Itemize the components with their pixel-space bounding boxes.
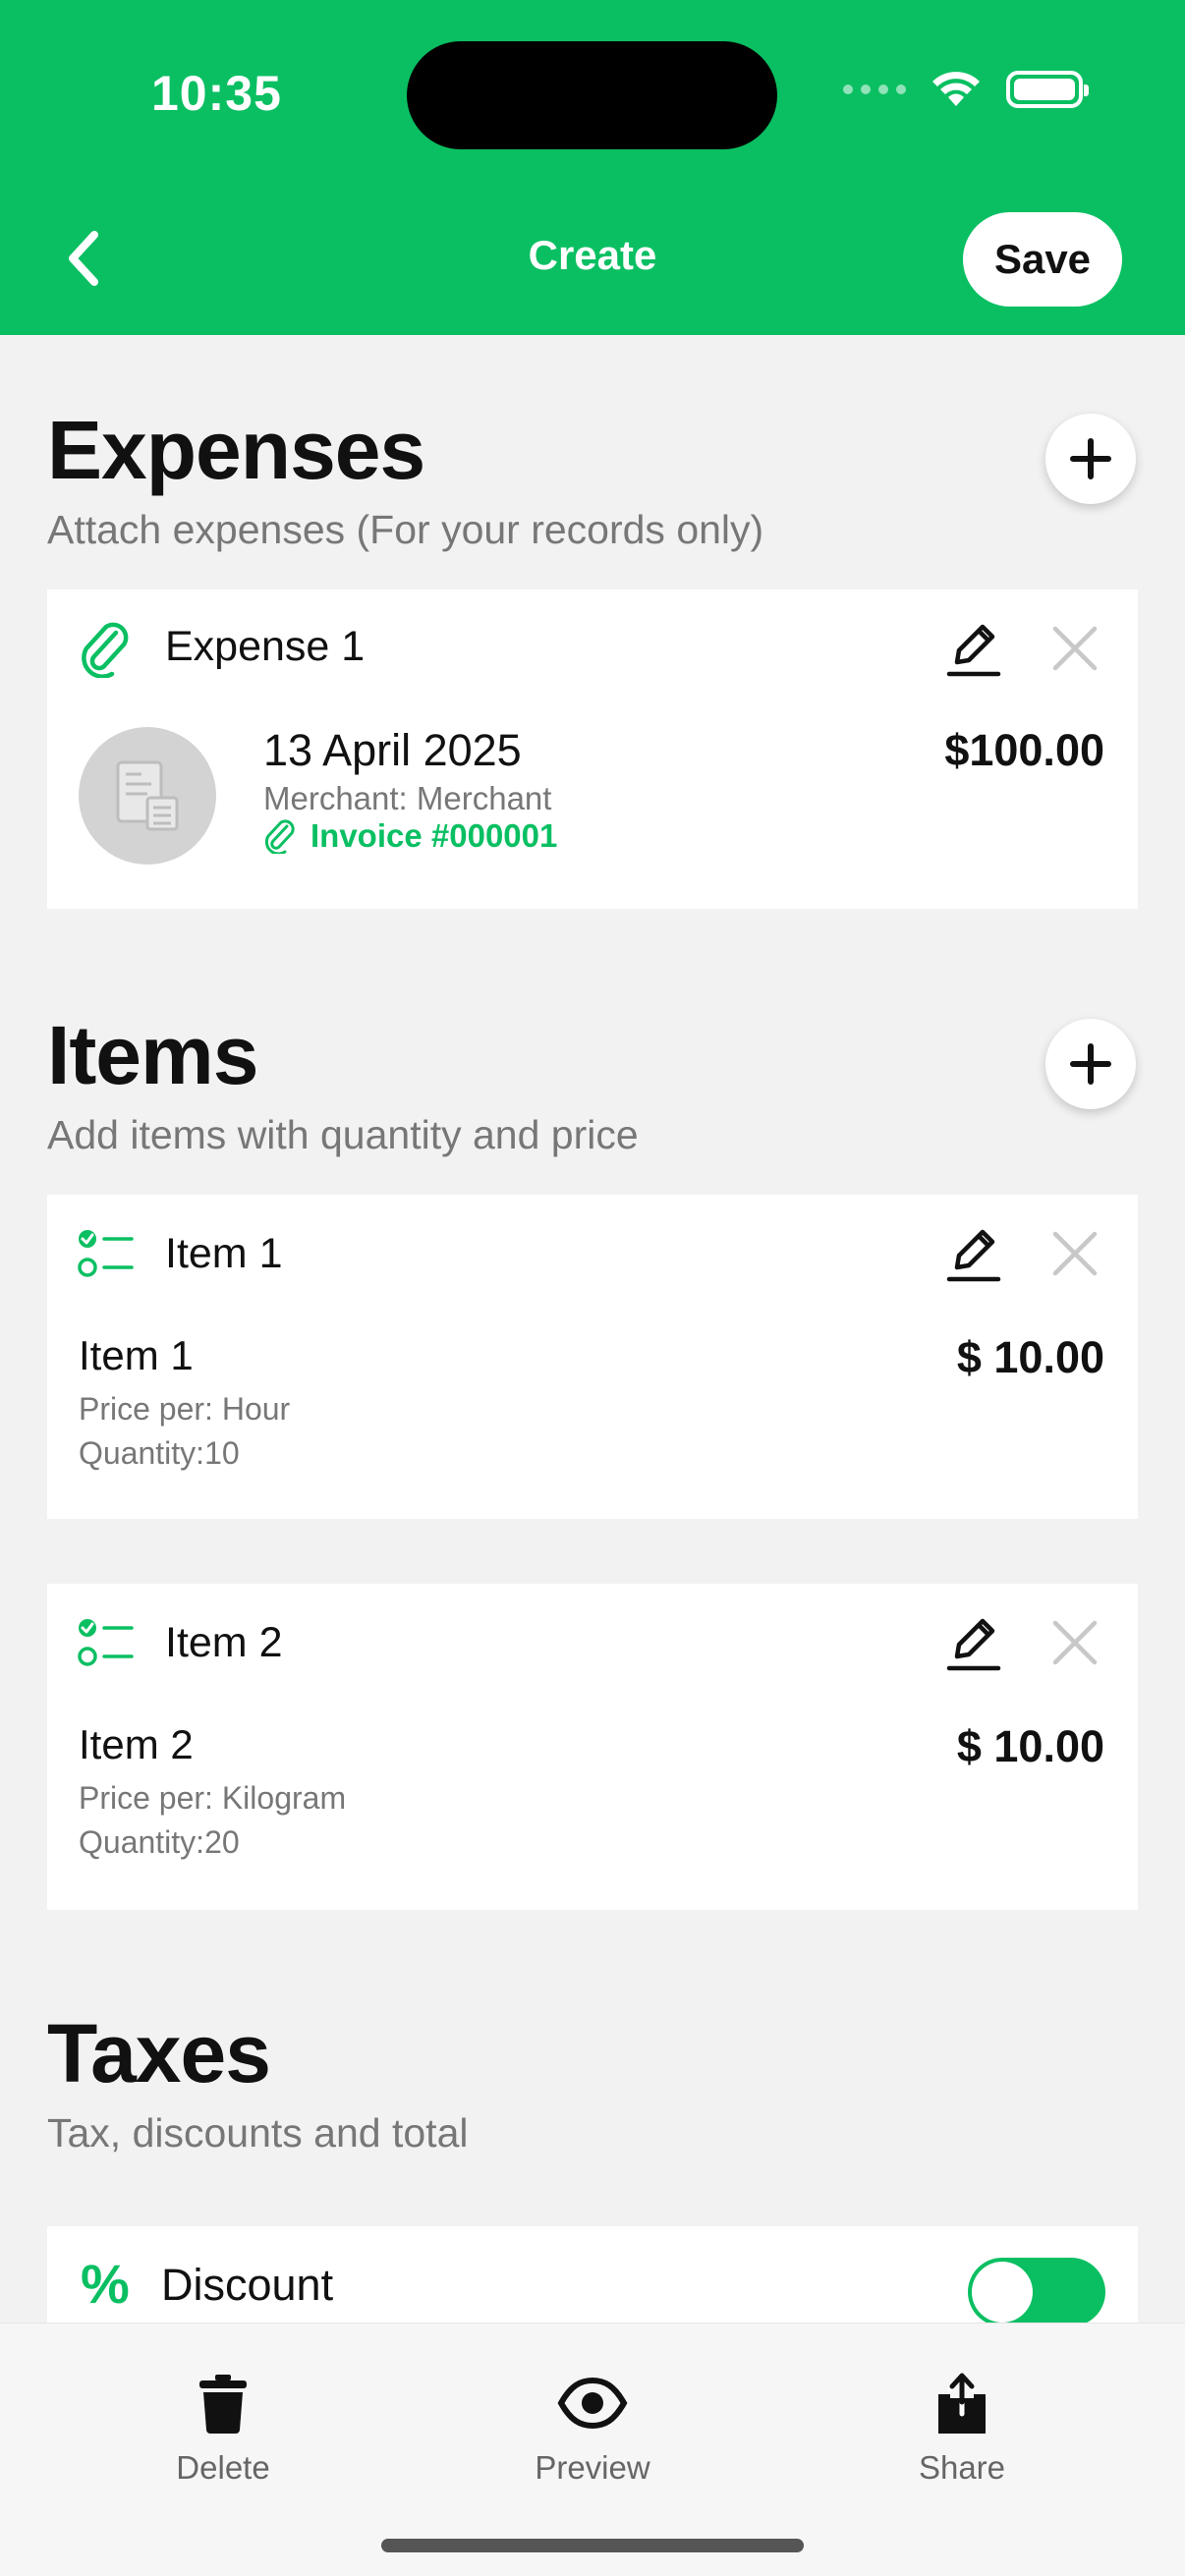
- preview-label: Preview: [535, 2449, 650, 2486]
- items-subtitle: Add items with quantity and price: [47, 1112, 639, 1157]
- plus-icon: [1070, 438, 1111, 479]
- item-quantity: Quantity:20: [79, 1824, 240, 1860]
- item-card-title: Item 2: [165, 1619, 283, 1666]
- share-icon: [938, 2373, 986, 2434]
- eye-icon: [557, 2377, 628, 2430]
- save-button[interactable]: Save: [963, 212, 1122, 307]
- item-price-per: Price per: Hour: [79, 1391, 291, 1427]
- items-title: Items: [47, 1009, 258, 1101]
- expense-amount: $100.00: [944, 725, 1104, 775]
- expense-card-title: Expense 1: [165, 623, 366, 670]
- expenses-title: Expenses: [47, 404, 425, 496]
- item-card-title: Item 1: [165, 1230, 283, 1277]
- expense-merchant: Merchant: Merchant: [263, 780, 552, 816]
- toggle-knob: [972, 2262, 1033, 2323]
- checklist-icon: [78, 1230, 134, 1277]
- receipt-thumbnail: [79, 727, 216, 865]
- wifi-icon: [932, 72, 980, 106]
- create-screen: 10:35 Create Save Expenses Attach expens…: [0, 0, 1185, 2576]
- share-label: Share: [918, 2449, 1006, 2486]
- expense-date: 13 April 2025: [263, 725, 522, 775]
- expense-card[interactable]: Expense 1 13 April 2025 Merchant: Mercha…: [47, 589, 1138, 909]
- taxes-title: Taxes: [47, 2007, 271, 2100]
- paperclip-icon: [82, 622, 129, 678]
- delete-button[interactable]: Delete: [125, 2373, 321, 2487]
- item-amount: $ 10.00: [956, 1332, 1104, 1382]
- delete-label: Delete: [176, 2449, 270, 2486]
- item-amount: $ 10.00: [956, 1721, 1104, 1771]
- expenses-subtitle: Attach expenses (For your records only): [47, 507, 764, 552]
- item-quantity: Quantity:10: [79, 1435, 240, 1471]
- add-item-button[interactable]: [1045, 1019, 1136, 1109]
- item-card[interactable]: Item 2 Item 2 Price per: Kilogram Quanti…: [47, 1584, 1138, 1910]
- discount-toggle[interactable]: [968, 2258, 1105, 2326]
- expense-invoice-label: Invoice #000001: [310, 817, 558, 854]
- item-name: Item 1: [79, 1332, 194, 1378]
- paperclip-icon: [264, 819, 295, 854]
- plus-icon: [1070, 1043, 1111, 1085]
- trash-icon: [199, 2375, 247, 2434]
- dynamic-island: [407, 41, 777, 149]
- percent-icon: %: [81, 2253, 130, 2315]
- pencil-icon[interactable]: [945, 1224, 1002, 1285]
- close-icon[interactable]: [1047, 621, 1102, 676]
- item-card[interactable]: Item 1 Item 1 Price per: Hour Quantity:1…: [47, 1195, 1138, 1519]
- pencil-icon[interactable]: [945, 1613, 1002, 1674]
- share-button[interactable]: Share: [864, 2373, 1060, 2487]
- status-time: 10:35: [151, 66, 282, 121]
- expense-invoice-link[interactable]: Invoice #000001: [263, 817, 557, 855]
- item-price-per: Price per: Kilogram: [79, 1780, 347, 1816]
- close-icon[interactable]: [1047, 1615, 1102, 1670]
- add-expense-button[interactable]: [1045, 414, 1136, 504]
- header-bar: 10:35 Create Save: [0, 0, 1185, 335]
- preview-button[interactable]: Preview: [494, 2373, 691, 2487]
- close-icon[interactable]: [1047, 1226, 1102, 1281]
- taxes-subtitle: Tax, discounts and total: [47, 2110, 469, 2156]
- discount-label: Discount: [161, 2260, 334, 2310]
- receipt-icon: [116, 760, 179, 831]
- item-name: Item 2: [79, 1721, 194, 1767]
- pencil-icon[interactable]: [945, 619, 1002, 680]
- status-indicators: [843, 71, 1089, 108]
- home-indicator: [381, 2539, 804, 2552]
- signal-icon: [843, 84, 906, 94]
- checklist-icon: [78, 1619, 134, 1666]
- battery-icon: [1006, 71, 1089, 108]
